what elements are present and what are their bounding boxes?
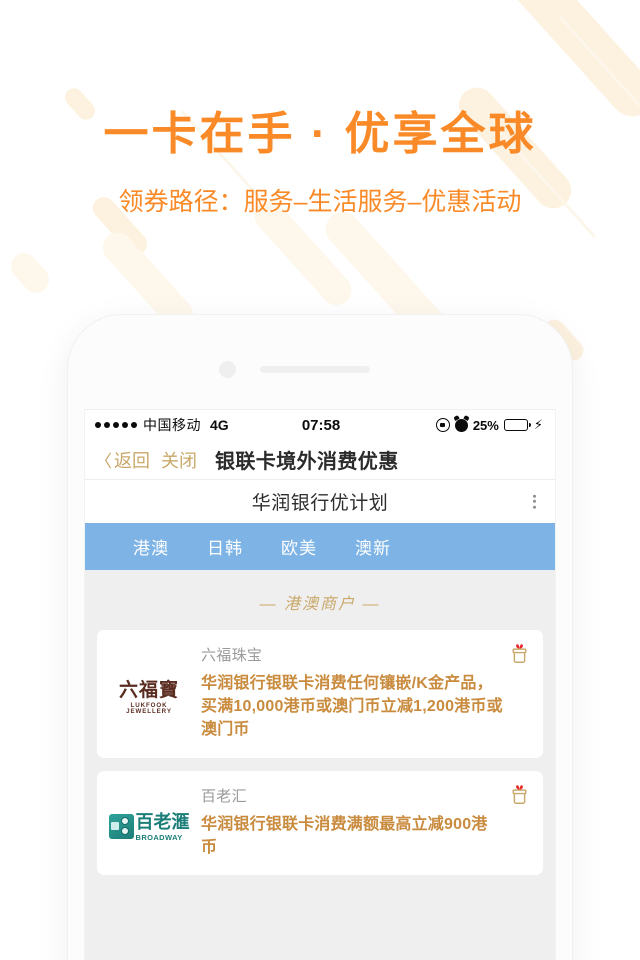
- network-type-label: 4G: [210, 417, 229, 433]
- lukfook-logo-cn: 六福寶: [118, 679, 179, 701]
- sub-header-title: 华润银行优计划: [251, 493, 389, 514]
- alarm-clock-icon: [454, 418, 468, 432]
- back-button[interactable]: 〈 返回: [95, 447, 150, 473]
- broadway-logo-text: 百老滙 BROADWAY: [136, 813, 190, 842]
- gift-icon[interactable]: [510, 643, 529, 664]
- lukfook-logo-en: LUKFOOK JEWELLERY: [126, 701, 172, 715]
- tab-hongkong-macau[interactable]: 港澳: [133, 534, 169, 559]
- close-button[interactable]: 关闭: [161, 447, 197, 473]
- offer-description: 华润银行银联卡消费任何镶嵌/K金产品，买满10,000港币或澳门币立减1,200…: [201, 675, 503, 739]
- section-header: — 港澳商户 —: [259, 596, 381, 613]
- merchant-card[interactable]: 百老滙 BROADWAY 百老汇 华润银行银联卡消费满额最高立减900港币: [97, 770, 543, 875]
- navigation-bar: 〈 返回 关闭 银联卡境外消费优惠: [85, 440, 555, 480]
- phone-screen: 中国移动 4G 07:58 25% ⚡ 〈 返回 关闭 银联卡境外消费优惠 华润…: [84, 409, 556, 960]
- tab-japan-korea[interactable]: 日韩: [207, 534, 243, 559]
- promo-text-block: 一卡在手 · 优享全球 领券路径：服务–生活服务–优惠活动: [0, 108, 640, 218]
- tab-australia-newzealand[interactable]: 澳新: [355, 534, 391, 559]
- page-title: 银联卡境外消费优惠: [215, 451, 399, 473]
- merchant-card-text: 六福珠宝 华润银行银联卡消费任何镶嵌/K金产品，买满10,000港币或澳门币立减…: [201, 644, 531, 742]
- merchant-card-text: 百老汇 华润银行银联卡消费满额最高立减900港币: [201, 785, 531, 859]
- gift-icon[interactable]: [510, 784, 529, 805]
- lukfook-logo-icon: 六福寶 LUKFOOK JEWELLERY: [107, 681, 191, 715]
- chevron-left-icon: 〈: [95, 452, 112, 471]
- carrier-label: 中国移动: [143, 417, 201, 433]
- broadway-logo-en: BROADWAY: [135, 832, 183, 842]
- merchant-logo: 百老滙 BROADWAY: [107, 785, 191, 859]
- status-bar: 中国移动 4G 07:58 25% ⚡: [85, 410, 555, 440]
- offer-description: 华润银行银联卡消费满额最高立减900港币: [201, 815, 488, 856]
- signal-strength-icon: [95, 422, 137, 428]
- broadway-mark-icon: [108, 814, 134, 840]
- earpiece-speaker-icon: [260, 366, 370, 373]
- broadway-logo-cn: 百老滙: [135, 811, 190, 832]
- merchant-name: 六福珠宝: [201, 647, 263, 664]
- merchant-card[interactable]: 六福寶 LUKFOOK JEWELLERY 六福珠宝 华润银行银联卡消费任何镶嵌…: [97, 630, 543, 758]
- merchant-logo: 六福寶 LUKFOOK JEWELLERY: [107, 644, 191, 742]
- battery-percent-label: 25%: [472, 417, 499, 433]
- merchant-name: 百老汇: [201, 787, 247, 805]
- broadway-logo-icon: 百老滙 BROADWAY: [108, 813, 190, 842]
- merchant-list: — 港澳商户 — 六福寶 LUKFOOK JEWELLERY 六福珠宝 华润银行…: [85, 570, 555, 960]
- category-tab-bar: 港澳 日韩 欧美 澳新: [85, 523, 555, 570]
- phone-top-bezel: [68, 315, 572, 378]
- phone-mockup: 中国移动 4G 07:58 25% ⚡ 〈 返回 关闭 银联卡境外消费优惠 华润…: [68, 315, 572, 960]
- status-bar-right-group: 25% ⚡: [435, 417, 543, 433]
- front-camera-icon: [219, 361, 236, 378]
- tab-europe-america[interactable]: 欧美: [281, 534, 317, 559]
- back-button-label: 返回: [114, 450, 150, 471]
- decorative-stripe: [5, 247, 55, 299]
- sub-header: 华润银行优计划: [85, 480, 555, 523]
- battery-icon: [503, 419, 531, 431]
- rotation-lock-icon: [435, 418, 450, 432]
- promo-title: 一卡在手 · 优享全球: [103, 108, 537, 159]
- promo-subtitle: 领券路径：服务–生活服务–优惠活动: [118, 187, 522, 216]
- overflow-menu-icon[interactable]: [530, 491, 539, 512]
- charging-bolt-icon: ⚡: [533, 417, 543, 432]
